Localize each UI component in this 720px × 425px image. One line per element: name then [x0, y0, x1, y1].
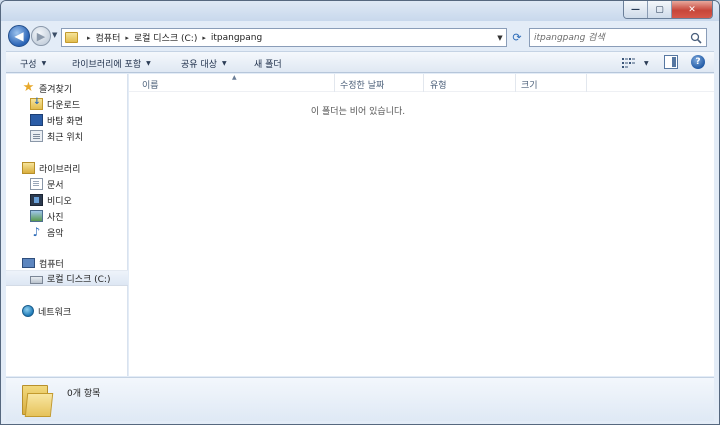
title-bar[interactable]: — ▢ ✕ [1, 1, 719, 21]
command-bar: 구성 ▼ 라이브러리에 포함 ▼ 공유 대상 ▼ 새 폴더 ▼ ? [6, 51, 714, 73]
breadcrumb-current-folder[interactable]: itpangpang [211, 33, 262, 43]
caption-buttons: — ▢ ✕ [623, 1, 713, 19]
music-icon: ♪ [32, 225, 41, 239]
sidebar-item-network[interactable]: 네트워크 [6, 303, 128, 319]
address-row: ◀ ▶ ▼ ▸ 컴퓨터 ▸ 로컬 디스크 (C:) ▸ itpangpang ▼… [1, 23, 719, 49]
include-in-library-button[interactable]: 라이브러리에 포함 ▼ [72, 56, 151, 70]
sidebar-item-computer[interactable]: 컴퓨터 [6, 255, 128, 271]
organize-button[interactable]: 구성 ▼ [20, 56, 46, 70]
address-history-dropdown[interactable]: ▼ [494, 29, 506, 46]
sidebar-item-pictures[interactable]: 사진 [6, 208, 128, 224]
chevron-down-icon[interactable]: ▼ [644, 60, 649, 67]
chevron-down-icon: ▼ [221, 59, 227, 67]
include-in-library-label: 라이브러리에 포함 [72, 59, 142, 70]
help-icon: ? [695, 57, 701, 67]
breadcrumb-separator-icon[interactable]: ▸ [202, 34, 206, 42]
sidebar-item-label: 다운로드 [47, 100, 81, 111]
video-icon [30, 194, 43, 206]
sidebar-item-label: 컴퓨터 [39, 259, 64, 270]
maximize-button[interactable]: ▢ [648, 1, 672, 18]
sidebar-item-label: 로컬 디스크 (C:) [47, 274, 111, 285]
new-folder-button[interactable]: 새 폴더 [254, 56, 282, 70]
sidebar-item-downloads[interactable]: 다운로드 [6, 96, 128, 112]
arrow-right-icon: ▶ [36, 29, 46, 43]
sidebar-item-local-disk[interactable]: 로컬 디스크 (C:) [6, 270, 128, 286]
share-with-label: 공유 대상 [181, 59, 217, 70]
close-button[interactable]: ✕ [672, 1, 712, 18]
arrow-left-icon: ◀ [14, 29, 24, 43]
sidebar-item-favorites[interactable]: ★ 즐겨찾기 [6, 80, 128, 96]
star-icon: ★ [22, 80, 35, 95]
sidebar-item-videos[interactable]: 비디오 [6, 192, 128, 208]
sidebar-item-desktop[interactable]: 바탕 화면 [6, 112, 128, 128]
breadcrumb-separator-icon[interactable]: ▸ [87, 34, 91, 42]
sidebar-item-label: 라이브러리 [39, 164, 81, 175]
file-list[interactable]: ▲ 이름 수정한 날짜 유형 크기 이 폴더는 비어 있습니다. [129, 74, 714, 376]
sidebar-item-label: 네트워크 [38, 307, 72, 318]
preview-pane-button[interactable] [664, 55, 678, 69]
sidebar-item-libraries[interactable]: 라이브러리 [6, 160, 128, 176]
organize-label: 구성 [20, 59, 37, 70]
address-bar[interactable]: ▸ 컴퓨터 ▸ 로컬 디스크 (C:) ▸ itpangpang ▼ [61, 28, 507, 47]
library-icon [22, 162, 35, 174]
explorer-window: — ▢ ✕ ◀ ▶ ▼ ▸ 컴퓨터 ▸ 로컬 디스크 (C:) ▸ itpang… [0, 0, 720, 425]
sidebar-item-documents[interactable]: 문서 [6, 176, 128, 192]
help-button[interactable]: ? [691, 55, 705, 69]
download-folder-icon [30, 97, 43, 110]
breadcrumb-computer[interactable]: 컴퓨터 [96, 31, 121, 44]
search-box [529, 28, 707, 47]
chevron-down-icon: ▼ [41, 59, 47, 67]
computer-icon [22, 258, 35, 268]
column-divider[interactable] [586, 74, 587, 92]
picture-icon [30, 210, 43, 222]
column-header-date-modified[interactable]: 수정한 날짜 [340, 78, 384, 91]
sidebar-item-label: 문서 [47, 180, 64, 191]
refresh-icon: ⟳ [512, 31, 522, 44]
view-list-icon [622, 58, 635, 68]
drive-icon [30, 275, 43, 284]
chevron-down-icon: ▼ [52, 31, 58, 39]
sort-ascending-icon: ▲ [232, 74, 237, 81]
column-header-type[interactable]: 유형 [430, 78, 447, 91]
column-headers: ▲ 이름 수정한 날짜 유형 크기 [129, 74, 714, 92]
share-with-button[interactable]: 공유 대상 ▼ [181, 56, 227, 70]
column-header-name[interactable]: 이름 [142, 78, 159, 91]
back-button[interactable]: ◀ [8, 25, 30, 47]
column-divider[interactable] [423, 74, 424, 92]
forward-button[interactable]: ▶ [31, 26, 51, 46]
recent-pages-dropdown[interactable]: ▼ [52, 31, 60, 41]
item-count: 0개 항목 [67, 389, 101, 399]
empty-folder-message: 이 폴더는 비어 있습니다. [310, 107, 406, 117]
new-folder-label: 새 폴더 [254, 59, 282, 70]
sidebar-item-label: 음악 [47, 228, 64, 239]
column-header-size[interactable]: 크기 [521, 78, 538, 91]
navigation-pane: ★ 즐겨찾기 다운로드 바탕 화면 최근 위치 라이브러리 문서 비디오 [6, 74, 128, 376]
network-icon [22, 305, 34, 317]
column-divider[interactable] [515, 74, 516, 92]
search-input[interactable] [534, 32, 684, 44]
sidebar-item-label: 즐겨찾기 [39, 84, 73, 95]
refresh-button[interactable]: ⟳ [509, 28, 525, 47]
breadcrumb-separator-icon[interactable]: ▸ [125, 34, 129, 42]
sidebar-item-label: 최근 위치 [47, 132, 83, 143]
folder-icon [22, 385, 54, 417]
chevron-down-icon: ▼ [497, 33, 503, 42]
sidebar-item-music[interactable]: ♪ 음악 [6, 224, 128, 240]
breadcrumb-local-disk[interactable]: 로컬 디스크 (C:) [134, 31, 197, 44]
sidebar-item-label: 바탕 화면 [47, 116, 83, 127]
change-view-button[interactable]: ▼ [622, 56, 650, 70]
desktop-icon [30, 114, 43, 126]
search-icon[interactable] [690, 32, 702, 44]
sidebar-item-label: 사진 [47, 212, 64, 223]
column-divider[interactable] [334, 74, 335, 92]
recent-places-icon [30, 130, 43, 142]
chevron-down-icon: ▼ [146, 59, 151, 67]
details-pane: 0개 항목 [6, 377, 714, 421]
sidebar-item-recent-places[interactable]: 최근 위치 [6, 128, 128, 144]
sidebar-item-label: 비디오 [47, 196, 72, 207]
document-icon [30, 178, 43, 190]
minimize-button[interactable]: — [624, 1, 648, 18]
folder-icon [65, 32, 78, 43]
